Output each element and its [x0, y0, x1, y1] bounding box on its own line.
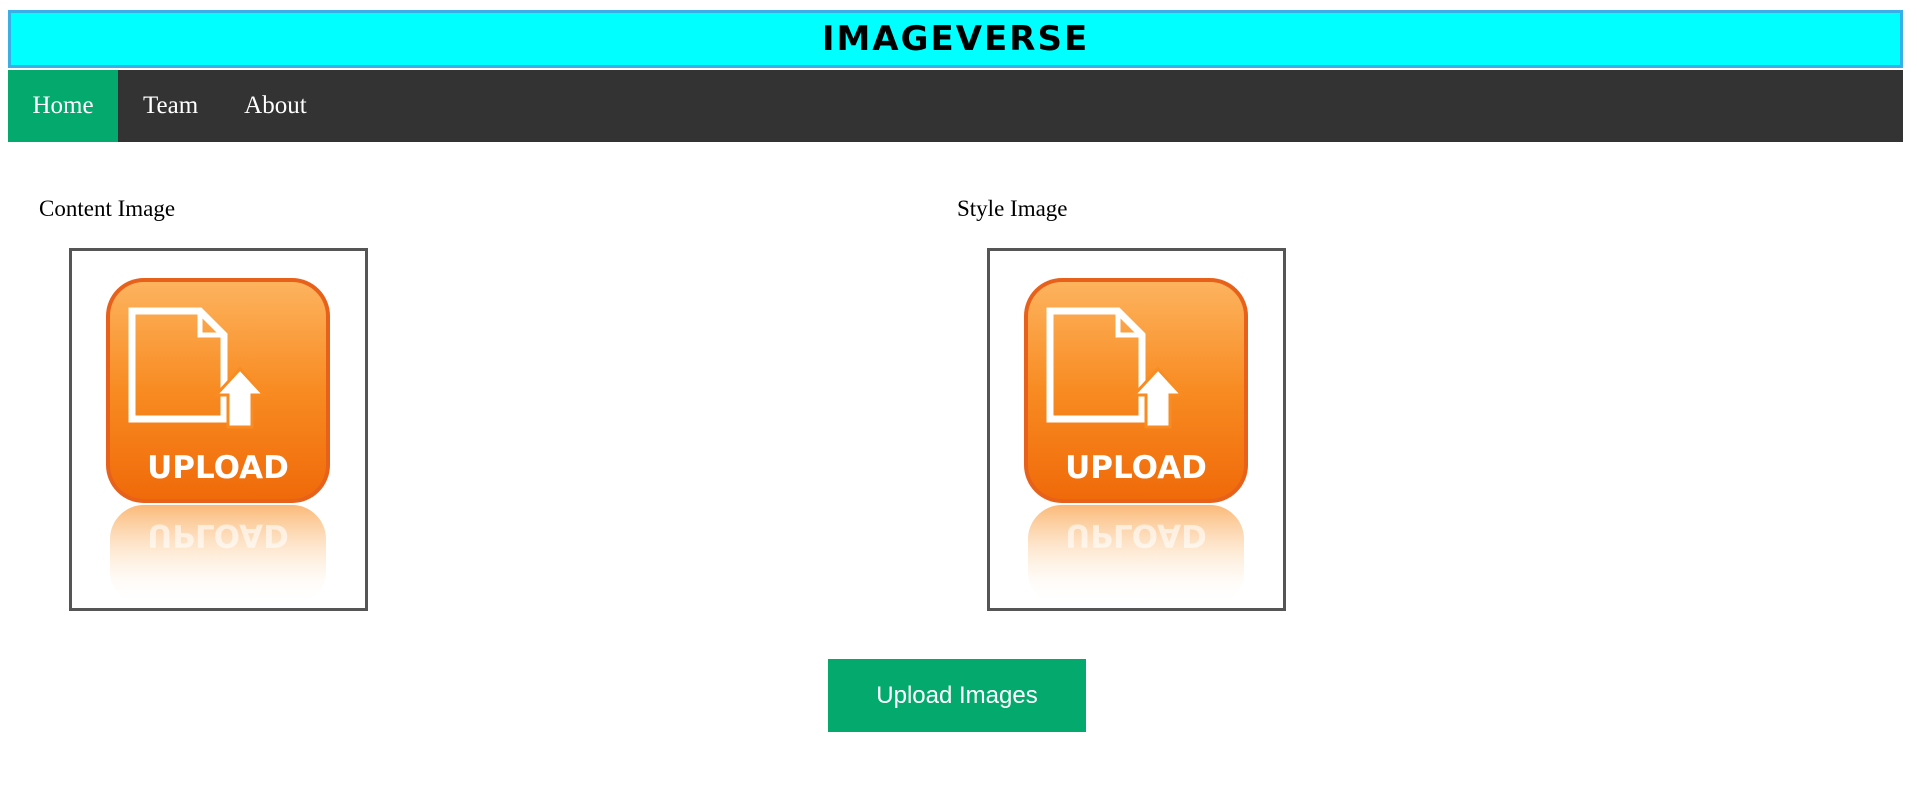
- upload-images-button-label: Upload Images: [876, 681, 1038, 709]
- upload-icon-reflection-text: UPLOAD: [147, 517, 289, 553]
- style-image-upload[interactable]: UPLOAD UPLOAD: [987, 248, 1286, 611]
- content-image-upload[interactable]: UPLOAD UPLOAD: [69, 248, 368, 611]
- upload-images-button[interactable]: Upload Images: [828, 659, 1086, 732]
- nav-item-about[interactable]: About: [221, 70, 330, 142]
- nav-item-home[interactable]: Home: [8, 70, 118, 142]
- upload-icon: UPLOAD UPLOAD: [106, 278, 330, 605]
- content-image-label: Content Image: [39, 196, 176, 221]
- upload-icon-reflection-text: UPLOAD: [1065, 517, 1207, 553]
- style-image-label: Style Image: [957, 196, 1068, 221]
- nav-item-team[interactable]: Team: [118, 70, 221, 142]
- upload-icon-text: UPLOAD: [147, 450, 289, 486]
- upload-icon-text: UPLOAD: [1065, 450, 1207, 486]
- app-title: IMAGEVERSE: [821, 19, 1090, 59]
- upload-icon: UPLOAD UPLOAD: [1024, 278, 1248, 605]
- app-header: IMAGEVERSE: [8, 10, 1903, 68]
- nav-bar: Home Team About: [8, 70, 1903, 142]
